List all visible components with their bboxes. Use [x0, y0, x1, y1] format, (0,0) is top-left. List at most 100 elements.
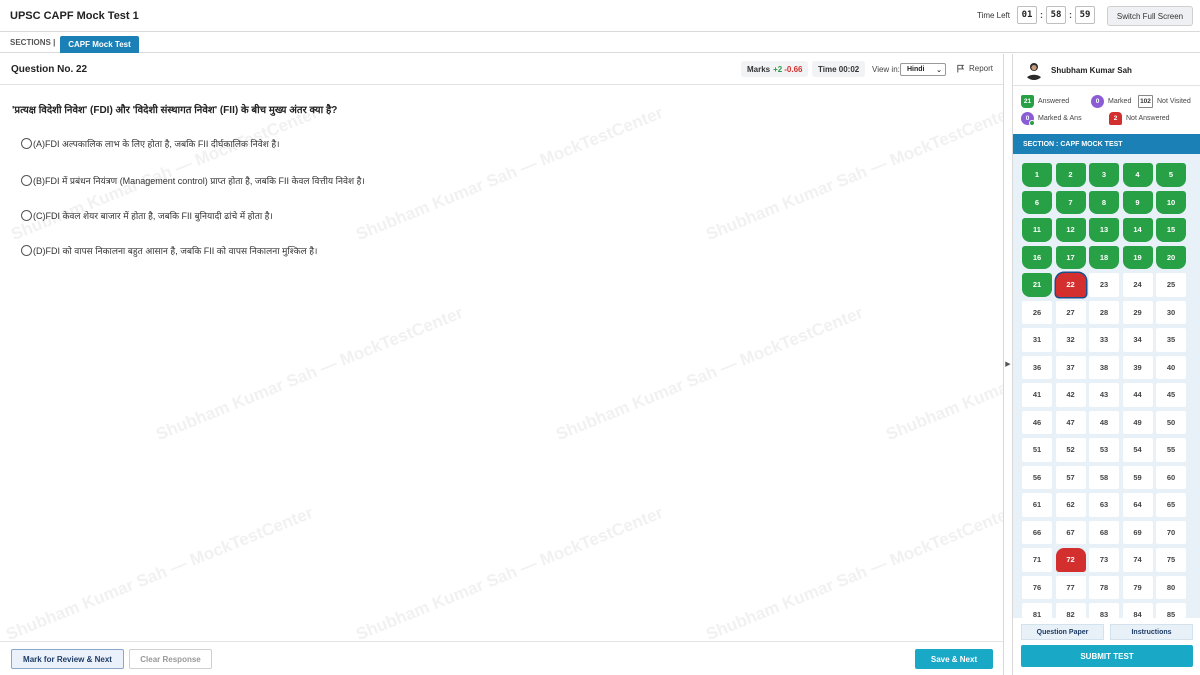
- question-button-19[interactable]: 19: [1122, 245, 1153, 269]
- question-button-70[interactable]: 70: [1156, 520, 1186, 544]
- question-button-62[interactable]: 62: [1055, 493, 1086, 517]
- question-button-51[interactable]: 51: [1022, 438, 1052, 462]
- question-button-32[interactable]: 32: [1055, 328, 1086, 352]
- language-select[interactable]: Hindi ⌄: [900, 63, 946, 76]
- question-button-73[interactable]: 73: [1089, 548, 1119, 572]
- question-button-45[interactable]: 45: [1156, 383, 1186, 407]
- question-button-78[interactable]: 78: [1089, 575, 1119, 599]
- question-button-12[interactable]: 12: [1055, 218, 1086, 242]
- option-a[interactable]: (A)FDI अल्पकालिक लाभ के लिए होता है, जबक…: [21, 137, 280, 150]
- question-button-7[interactable]: 7: [1055, 190, 1086, 214]
- question-button-61[interactable]: 61: [1022, 493, 1052, 517]
- question-button-3[interactable]: 3: [1089, 163, 1119, 187]
- question-button-46[interactable]: 46: [1022, 410, 1052, 434]
- question-button-82[interactable]: 82: [1055, 603, 1086, 618]
- question-button-11[interactable]: 11: [1022, 218, 1052, 242]
- question-button-31[interactable]: 31: [1022, 328, 1052, 352]
- question-button-74[interactable]: 74: [1122, 548, 1153, 572]
- option-c[interactable]: (C)FDI केवल शेयर बाजार में होता है, जबकि…: [21, 209, 273, 222]
- question-button-53[interactable]: 53: [1089, 438, 1119, 462]
- switch-full-screen-button[interactable]: Switch Full Screen: [1107, 6, 1193, 26]
- question-button-38[interactable]: 38: [1089, 355, 1119, 379]
- question-button-6[interactable]: 6: [1022, 190, 1052, 214]
- question-button-36[interactable]: 36: [1022, 355, 1052, 379]
- question-button-42[interactable]: 42: [1055, 383, 1086, 407]
- question-button-24[interactable]: 24: [1122, 273, 1153, 297]
- question-button-59[interactable]: 59: [1122, 465, 1153, 489]
- question-button-33[interactable]: 33: [1089, 328, 1119, 352]
- clear-response-button[interactable]: Clear Response: [129, 649, 212, 669]
- question-button-79[interactable]: 79: [1122, 575, 1153, 599]
- question-button-37[interactable]: 37: [1055, 355, 1086, 379]
- question-button-55[interactable]: 55: [1156, 438, 1186, 462]
- radio-option-c[interactable]: [21, 210, 32, 221]
- radio-option-a[interactable]: [21, 138, 32, 149]
- question-button-4[interactable]: 4: [1122, 163, 1153, 187]
- question-button-76[interactable]: 76: [1022, 575, 1052, 599]
- question-button-85[interactable]: 85: [1156, 603, 1186, 618]
- question-button-71[interactable]: 71: [1022, 548, 1052, 572]
- question-button-1[interactable]: 1: [1022, 163, 1052, 187]
- question-button-63[interactable]: 63: [1089, 493, 1119, 517]
- question-button-80[interactable]: 80: [1156, 575, 1186, 599]
- question-button-39[interactable]: 39: [1122, 355, 1153, 379]
- question-button-10[interactable]: 10: [1156, 190, 1186, 214]
- question-button-27[interactable]: 27: [1055, 300, 1086, 324]
- question-button-21[interactable]: 21: [1022, 273, 1052, 297]
- question-button-29[interactable]: 29: [1122, 300, 1153, 324]
- question-button-56[interactable]: 56: [1022, 465, 1052, 489]
- question-button-8[interactable]: 8: [1089, 190, 1119, 214]
- question-button-67[interactable]: 67: [1055, 520, 1086, 544]
- tab-capf-mock-test[interactable]: CAPF Mock Test: [60, 36, 139, 53]
- question-button-77[interactable]: 77: [1055, 575, 1086, 599]
- report-button[interactable]: Report: [956, 64, 993, 73]
- question-button-49[interactable]: 49: [1122, 410, 1153, 434]
- question-button-17[interactable]: 17: [1055, 245, 1086, 269]
- question-paper-button[interactable]: Question Paper: [1021, 624, 1104, 640]
- radio-option-d[interactable]: [21, 245, 32, 256]
- mark-for-review-next-button[interactable]: Mark for Review & Next: [11, 649, 124, 669]
- question-button-69[interactable]: 69: [1122, 520, 1153, 544]
- collapse-panel-icon[interactable]: ▶: [1004, 358, 1012, 370]
- question-button-44[interactable]: 44: [1122, 383, 1153, 407]
- question-button-60[interactable]: 60: [1156, 465, 1186, 489]
- question-button-84[interactable]: 84: [1122, 603, 1153, 618]
- question-button-30[interactable]: 30: [1156, 300, 1186, 324]
- radio-option-b[interactable]: [21, 175, 32, 186]
- question-button-28[interactable]: 28: [1089, 300, 1119, 324]
- submit-test-button[interactable]: SUBMIT TEST: [1021, 645, 1193, 667]
- question-button-43[interactable]: 43: [1089, 383, 1119, 407]
- question-button-23[interactable]: 23: [1089, 273, 1119, 297]
- question-button-47[interactable]: 47: [1055, 410, 1086, 434]
- question-button-16[interactable]: 16: [1022, 245, 1052, 269]
- option-b[interactable]: (B)FDI में प्रबंधन नियंत्रण (Management …: [21, 174, 365, 187]
- question-button-64[interactable]: 64: [1122, 493, 1153, 517]
- question-button-57[interactable]: 57: [1055, 465, 1086, 489]
- question-button-58[interactable]: 58: [1089, 465, 1119, 489]
- question-button-20[interactable]: 20: [1156, 245, 1186, 269]
- question-button-34[interactable]: 34: [1122, 328, 1153, 352]
- question-button-66[interactable]: 66: [1022, 520, 1052, 544]
- question-button-18[interactable]: 18: [1089, 245, 1119, 269]
- question-button-2[interactable]: 2: [1055, 163, 1086, 187]
- question-button-75[interactable]: 75: [1156, 548, 1186, 572]
- save-next-button[interactable]: Save & Next: [915, 649, 993, 669]
- question-button-13[interactable]: 13: [1089, 218, 1119, 242]
- question-button-54[interactable]: 54: [1122, 438, 1153, 462]
- instructions-button[interactable]: Instructions: [1110, 624, 1193, 640]
- question-button-9[interactable]: 9: [1122, 190, 1153, 214]
- question-button-72[interactable]: 72: [1055, 548, 1086, 572]
- question-button-50[interactable]: 50: [1156, 410, 1186, 434]
- question-button-41[interactable]: 41: [1022, 383, 1052, 407]
- question-button-65[interactable]: 65: [1156, 493, 1186, 517]
- question-button-5[interactable]: 5: [1156, 163, 1186, 187]
- question-button-83[interactable]: 83: [1089, 603, 1119, 618]
- question-button-35[interactable]: 35: [1156, 328, 1186, 352]
- question-button-52[interactable]: 52: [1055, 438, 1086, 462]
- question-button-48[interactable]: 48: [1089, 410, 1119, 434]
- question-button-40[interactable]: 40: [1156, 355, 1186, 379]
- question-button-14[interactable]: 14: [1122, 218, 1153, 242]
- question-button-22[interactable]: 22: [1055, 273, 1086, 297]
- option-d[interactable]: (D)FDI को वापस निकालना बहुत आसान है, जबक…: [21, 244, 317, 257]
- question-button-25[interactable]: 25: [1156, 273, 1186, 297]
